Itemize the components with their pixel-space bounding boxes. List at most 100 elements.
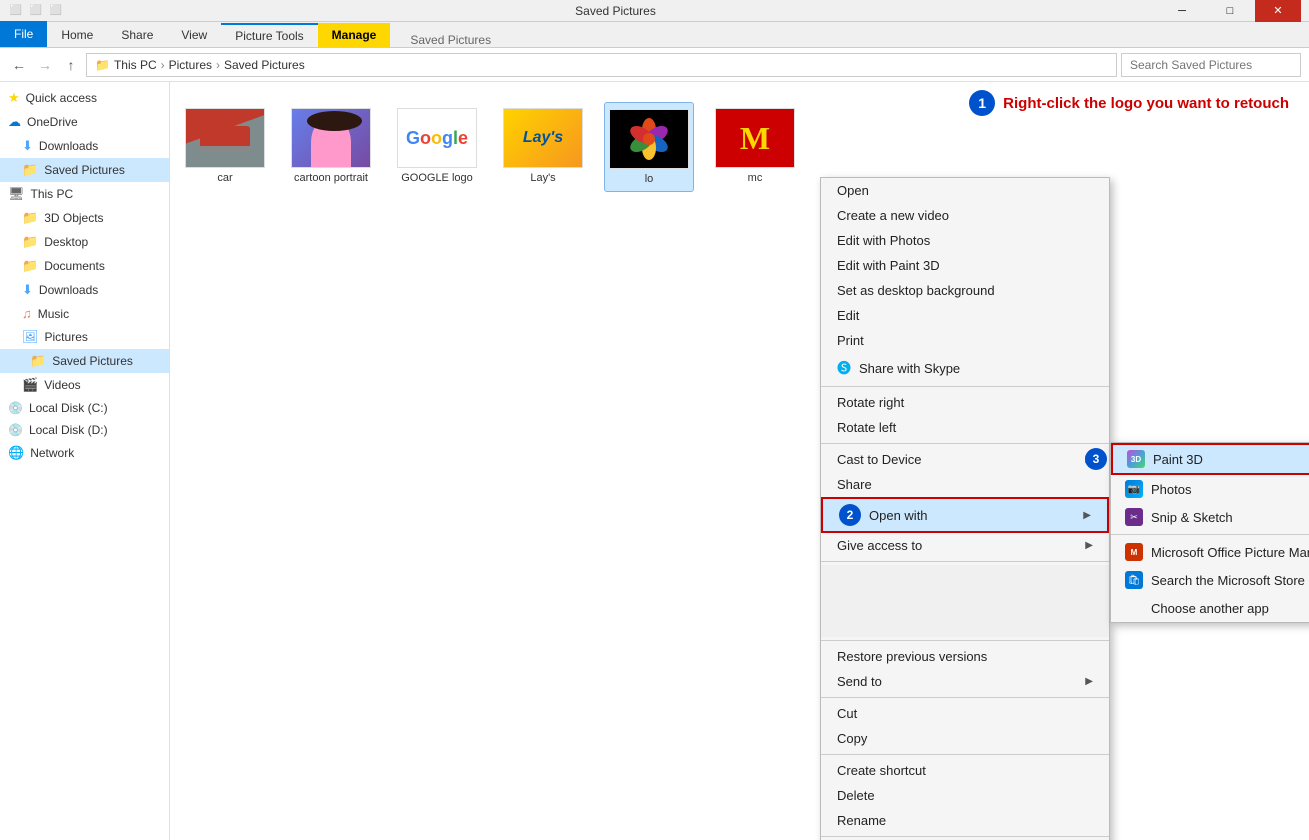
- file-item-lays[interactable]: Lay's Lay's: [498, 102, 588, 192]
- ctx-print-label: Print: [837, 333, 864, 348]
- ctx-edit-paint3d[interactable]: Edit with Paint 3D: [821, 253, 1109, 278]
- sidebar-item-saved-pictures[interactable]: 📁 Saved Pictures: [0, 349, 169, 373]
- sidebar-item-network[interactable]: 🌐 Network: [0, 441, 169, 465]
- sidebar-item-desktop[interactable]: 📁 Desktop: [0, 230, 169, 254]
- ctx-create-shortcut[interactable]: Create shortcut: [821, 758, 1109, 783]
- ctx-cast[interactable]: Cast to Device ▶: [821, 447, 1109, 472]
- submenu-choose-app[interactable]: Choose another app: [1111, 594, 1309, 622]
- sidebar-item-documents[interactable]: 📁 Documents: [0, 254, 169, 278]
- sidebar-item-saved-pictures-quick[interactable]: 📁 Saved Pictures: [0, 158, 169, 182]
- up-button[interactable]: ↑: [60, 54, 82, 76]
- ctx-create-video[interactable]: Create a new video: [821, 203, 1109, 228]
- sidebar-label-quick-access: Quick access: [26, 91, 97, 105]
- submenu-store[interactable]: 🛍 Search the Microsoft Store: [1111, 566, 1309, 594]
- ctx-sep-3: [821, 561, 1109, 562]
- main-layout: ★ Quick access ☁ OneDrive ⬇ Downloads 📁 …: [0, 82, 1309, 840]
- path-saved-pictures[interactable]: Saved Pictures: [224, 58, 305, 72]
- ctx-send-to[interactable]: Send to ▶: [821, 669, 1109, 694]
- submenu-office[interactable]: M Microsoft Office Picture Manager: [1111, 538, 1309, 566]
- sidebar-item-music[interactable]: ♫ Music: [0, 302, 169, 325]
- ctx-desktop-bg-label: Set as desktop background: [837, 283, 995, 298]
- sidebar: ★ Quick access ☁ OneDrive ⬇ Downloads 📁 …: [0, 82, 170, 840]
- ctx-skype[interactable]: 🅢 Share with Skype: [821, 353, 1109, 383]
- tab-share[interactable]: Share: [107, 23, 167, 47]
- ctx-sep-1: [821, 386, 1109, 387]
- sidebar-item-3dobjects[interactable]: 📁 3D Objects: [0, 206, 169, 230]
- ctx-copy[interactable]: Copy: [821, 726, 1109, 751]
- ctx-open-with[interactable]: 2 Open with ▶: [821, 497, 1109, 533]
- path-this-pc[interactable]: This PC: [114, 58, 157, 72]
- sidebar-item-onedrive[interactable]: ☁ OneDrive: [0, 110, 169, 134]
- back-button[interactable]: ←: [8, 54, 30, 76]
- ctx-rename[interactable]: Rename: [821, 808, 1109, 833]
- ctx-copy-label: Copy: [837, 731, 867, 746]
- file-item-mc[interactable]: M mc: [710, 102, 800, 192]
- ctx-restore[interactable]: Restore previous versions: [821, 644, 1109, 669]
- ctx-delete[interactable]: Delete: [821, 783, 1109, 808]
- title-bar: ⬜ ⬜ ⬜ Saved Pictures ─ □ ✕: [0, 0, 1309, 22]
- submenu-choose-app-label: Choose another app: [1151, 601, 1269, 616]
- close-button[interactable]: ✕: [1255, 0, 1301, 22]
- ctx-edit-photos-label: Edit with Photos: [837, 233, 930, 248]
- ctx-cut-label: Cut: [837, 706, 857, 721]
- ctx-rotate-left[interactable]: Rotate left: [821, 415, 1109, 440]
- folder-gold-icon-1: 📁: [22, 162, 38, 178]
- submenu-snip[interactable]: ✂ Snip & Sketch: [1111, 503, 1309, 531]
- thumb-google: Google: [397, 108, 477, 168]
- search-input[interactable]: [1121, 53, 1301, 77]
- sidebar-label-saved-quick: Saved Pictures: [44, 163, 125, 177]
- sidebar-label-videos: Videos: [44, 378, 80, 392]
- tab-manage[interactable]: Manage: [318, 23, 391, 47]
- step-1-circle: 1: [969, 90, 995, 116]
- tab-view[interactable]: View: [167, 23, 221, 47]
- sidebar-item-local-d[interactable]: 💿 Local Disk (D:): [0, 419, 169, 441]
- file-label-logo: lo: [645, 173, 654, 185]
- folder-desktop-icon: 📁: [22, 234, 38, 250]
- sidebar-item-downloads[interactable]: ⬇ Downloads: [0, 278, 169, 302]
- file-item-google[interactable]: Google GOOGLE logo: [392, 102, 482, 192]
- sidebar-item-local-c[interactable]: 💿 Local Disk (C:): [0, 397, 169, 419]
- sidebar-item-quick-access[interactable]: ★ Quick access: [0, 86, 169, 110]
- file-item-car[interactable]: car: [180, 102, 270, 192]
- ctx-desktop-bg[interactable]: Set as desktop background: [821, 278, 1109, 303]
- file-label-mc: mc: [748, 172, 763, 184]
- tab-picture-tools[interactable]: Picture Tools: [221, 23, 317, 47]
- ctx-cut[interactable]: Cut: [821, 701, 1109, 726]
- sidebar-label-saved-pictures: Saved Pictures: [52, 354, 133, 368]
- tab-file[interactable]: File: [0, 21, 47, 47]
- ctx-edit[interactable]: Edit: [821, 303, 1109, 328]
- maximize-button[interactable]: □: [1207, 0, 1253, 22]
- submenu-paint3d[interactable]: 3 3D Paint 3D: [1111, 443, 1309, 475]
- ctx-give-access[interactable]: Give access to ▶: [821, 533, 1109, 558]
- sidebar-label-downloads: Downloads: [39, 283, 98, 297]
- sidebar-item-pictures[interactable]: 🖼 Pictures: [0, 325, 169, 349]
- file-item-logo[interactable]: lo: [604, 102, 694, 192]
- ctx-edit-photos[interactable]: Edit with Photos: [821, 228, 1109, 253]
- submenu-photos[interactable]: 📷 Photos: [1111, 475, 1309, 503]
- sidebar-label-onedrive: OneDrive: [27, 115, 78, 129]
- tab-home[interactable]: Home: [47, 23, 107, 47]
- title-bar-icon-1: ⬜: [8, 3, 24, 19]
- sidebar-label-local-d: Local Disk (D:): [29, 423, 108, 437]
- ctx-share[interactable]: Share: [821, 472, 1109, 497]
- address-path[interactable]: 📁 This PC › Pictures › Saved Pictures: [86, 53, 1117, 77]
- sidebar-item-videos[interactable]: 🎬 Videos: [0, 373, 169, 397]
- pc-icon: 🖥: [8, 186, 25, 202]
- thumb-lays: Lay's: [503, 108, 583, 168]
- forward-button[interactable]: →: [34, 54, 56, 76]
- sidebar-item-this-pc[interactable]: 🖥 This PC: [0, 182, 169, 206]
- ctx-open[interactable]: Open: [821, 178, 1109, 203]
- sidebar-item-downloads-quick[interactable]: ⬇ Downloads: [0, 134, 169, 158]
- sidebar-label-documents: Documents: [44, 259, 105, 273]
- sidebar-label-3dobjects: 3D Objects: [44, 211, 103, 225]
- minimize-button[interactable]: ─: [1159, 0, 1205, 22]
- file-item-cartoon[interactable]: cartoon portrait: [286, 102, 376, 192]
- ctx-rotate-right[interactable]: Rotate right: [821, 390, 1109, 415]
- ctx-print[interactable]: Print: [821, 328, 1109, 353]
- ctx-open-with-label: Open with: [869, 508, 928, 523]
- path-pictures[interactable]: Pictures: [169, 58, 212, 72]
- ctx-rename-label: Rename: [837, 813, 886, 828]
- ctx-create-video-label: Create a new video: [837, 208, 949, 223]
- ctx-sep-2: [821, 443, 1109, 444]
- folder-docs-icon: 📁: [22, 258, 38, 274]
